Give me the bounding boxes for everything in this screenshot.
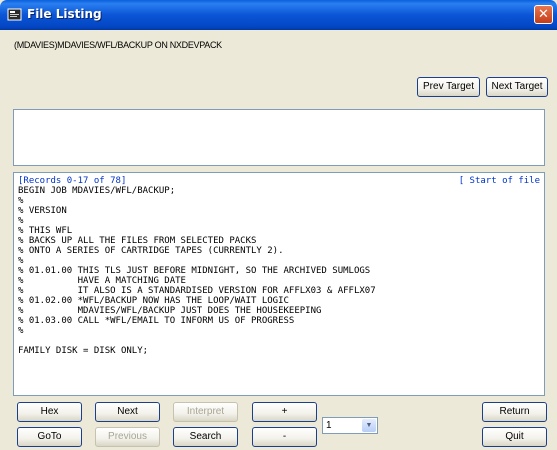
close-button[interactable]: ✕ xyxy=(534,5,553,24)
window-title: File Listing xyxy=(27,7,102,21)
listing-line: % VERSION xyxy=(18,206,67,216)
listing-line xyxy=(18,336,540,346)
quit-button[interactable]: Quit xyxy=(482,427,547,447)
file-path-label: (MDAVIES)MDAVIES/WFL/BACKUP ON NXDEVPACK xyxy=(14,40,222,50)
listing-line: % 01.03.00 CALL *WFL/EMAIL TO INFORM US … xyxy=(18,316,295,326)
file-position-indicator: [ Start of file xyxy=(458,176,540,186)
increment-button[interactable]: + xyxy=(252,402,317,422)
step-select-value: 1 xyxy=(326,420,332,431)
title-bar[interactable]: File Listing ✕ xyxy=(0,0,557,30)
hex-button[interactable]: Hex xyxy=(17,402,82,422)
chevron-down-icon[interactable]: ▼ xyxy=(362,419,376,432)
return-button[interactable]: Return xyxy=(482,402,547,422)
listing-line: % 01.02.00 *WFL/BACKUP NOW HAS THE LOOP/… xyxy=(18,296,289,306)
goto-button[interactable]: GoTo xyxy=(17,427,82,447)
target-panel xyxy=(13,109,545,166)
listing-line: % HAVE A MATCHING DATE xyxy=(18,276,186,286)
listing-line: BEGIN JOB MDAVIES/WFL/BACKUP; xyxy=(18,186,176,196)
listing-line: % xyxy=(18,216,24,226)
file-listing-window: File Listing ✕ (MDAVIES)MDAVIES/WFL/BACK… xyxy=(0,0,557,450)
listing-line: % 01.01.00 THIS TLS JUST BEFORE MIDNIGHT… xyxy=(18,266,371,276)
previous-button[interactable]: Previous xyxy=(95,427,160,447)
listing-line: % xyxy=(18,196,24,206)
app-icon xyxy=(7,8,22,21)
records-indicator: [Records 0-17 of 78] xyxy=(18,176,127,186)
interpret-button[interactable]: Interpret xyxy=(173,402,238,422)
listing-line: % ONTO A SERIES OF CARTRIDGE TAPES (CURR… xyxy=(18,246,284,256)
next-target-button[interactable]: Next Target xyxy=(486,77,548,97)
listing-header: [Records 0-17 of 78] [ Start of file xyxy=(18,176,540,186)
listing-line: % MDAVIES/WFL/BACKUP JUST DOES THE HOUSE… xyxy=(18,306,322,316)
listing-lines: BEGIN JOB MDAVIES/WFL/BACKUP;%% VERSION%… xyxy=(18,186,540,356)
listing-line: FAMILY DISK = DISK ONLY; xyxy=(18,346,149,356)
close-icon: ✕ xyxy=(538,7,549,22)
listing-line: % xyxy=(18,256,24,266)
prev-target-button[interactable]: Prev Target xyxy=(417,77,480,97)
listing-line: % xyxy=(18,326,24,336)
listing-line: % IT ALSO IS A STANDARDISED VERSION FOR … xyxy=(18,286,376,296)
next-button[interactable]: Next xyxy=(95,402,160,422)
decrement-button[interactable]: - xyxy=(252,427,317,447)
file-listing-text[interactable]: [Records 0-17 of 78] [ Start of file BEG… xyxy=(13,172,545,396)
step-select[interactable]: 1 ▼ xyxy=(322,417,378,434)
listing-line: % THIS WFL xyxy=(18,226,73,236)
listing-line: % BACKS UP ALL THE FILES FROM SELECTED P… xyxy=(18,236,257,246)
search-button[interactable]: Search xyxy=(173,427,238,447)
